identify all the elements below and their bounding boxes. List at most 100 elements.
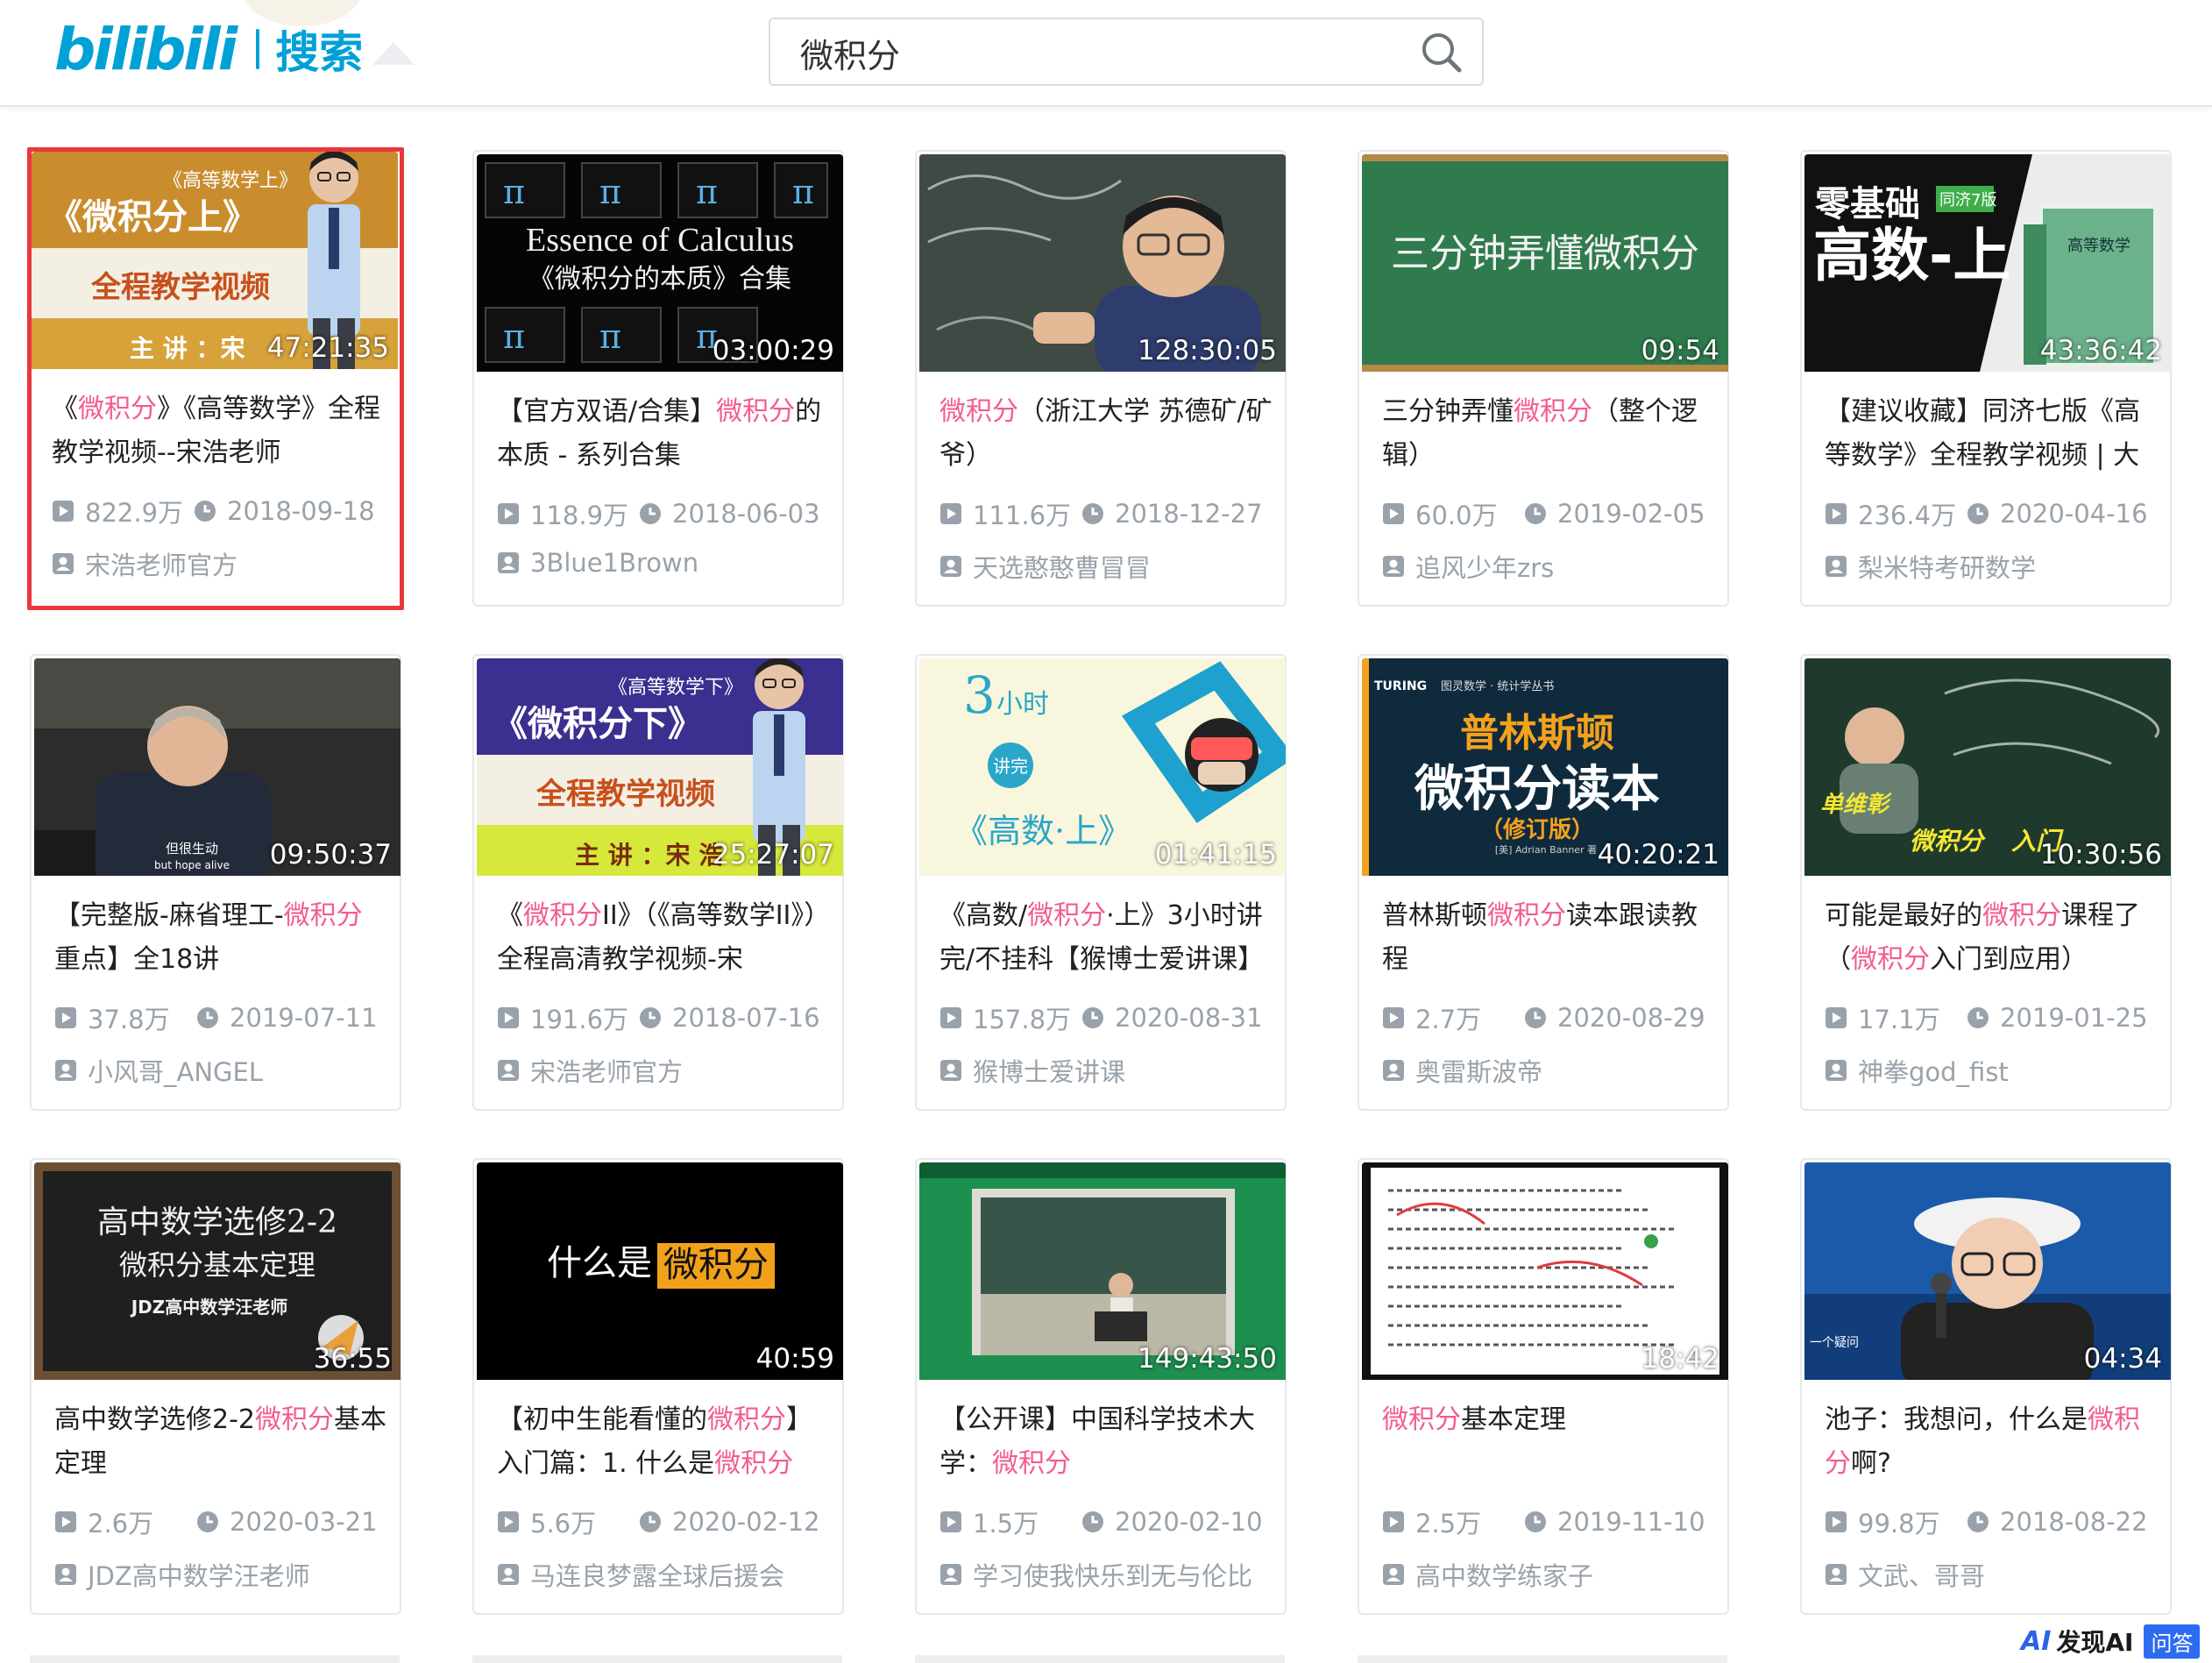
video-card[interactable]: 什么是 微积分 40:59 【初中生能看懂的微积分】入门篇：1. 什么是微积分 … xyxy=(472,1158,844,1615)
video-title[interactable]: 【建议收藏】同济七版《高等数学》全程教学视频 | 大 xyxy=(1825,390,2158,481)
keyword-highlight: 微积分 xyxy=(707,1404,786,1435)
title-text: 【公开课】中国科学技术大学： xyxy=(939,1404,1255,1479)
uploader-name[interactable]: 3Blue1Brown xyxy=(530,548,698,578)
video-thumbnail[interactable]: 149:43:50 xyxy=(919,1162,1286,1380)
uploader-name[interactable]: 文武、哥哥 xyxy=(1858,1556,1985,1593)
search-icon[interactable] xyxy=(1419,30,1464,75)
video-thumbnail[interactable]: 3 小时 讲完 《高数·上》 01:41:15 xyxy=(919,658,1286,876)
video-thumbnail[interactable]: 18:42 xyxy=(1362,1162,1728,1380)
uploader-name[interactable]: 奥雷斯波帝 xyxy=(1415,1052,1542,1089)
uploader-name[interactable]: 高中数学练家子 xyxy=(1415,1556,1593,1593)
upload-date-group: 2019-07-11 xyxy=(196,1003,378,1033)
uploader-row[interactable]: 宋浩老师官方 xyxy=(52,545,238,582)
video-thumbnail[interactable]: TURING 图灵数学 · 统计学丛书 普林斯顿 微积分读本 （修订版） [美]… xyxy=(1362,658,1728,876)
video-title[interactable]: 微积分基本定理 xyxy=(1382,1398,1715,1489)
uploader-name[interactable]: 马连良梦露全球后援会 xyxy=(530,1556,784,1593)
video-thumbnail[interactable]: 三分钟弄懂微积分 09:54 xyxy=(1362,154,1728,372)
video-card[interactable]: 三分钟弄懂微积分 09:54 三分钟弄懂微积分（整个逻辑） 60.0万 2019… xyxy=(1358,150,1729,607)
video-card[interactable]: 单维彰 微积分 入门 10:30:56 可能是最好的微积分课程了（微积分入门到应… xyxy=(1800,654,2172,1111)
watermark-qa-button[interactable]: 问答 xyxy=(2144,1624,2201,1659)
uploader-row[interactable]: 文武、哥哥 xyxy=(1825,1556,1985,1593)
upload-date-group: 2020-03-21 xyxy=(196,1507,378,1537)
clock-icon xyxy=(1082,1007,1103,1028)
uploader-name[interactable]: 学习使我快乐到无与伦比 xyxy=(973,1556,1252,1593)
uploader-row[interactable]: 马连良梦露全球后援会 xyxy=(497,1556,784,1593)
video-thumbnail[interactable]: 单维彰 微积分 入门 10:30:56 xyxy=(1804,658,2171,876)
video-card[interactable]: 149:43:50 【公开课】中国科学技术大学：微积分 1.5万 2020-02… xyxy=(915,1158,1287,1615)
svg-text:《微积分的本质》合集: 《微积分的本质》合集 xyxy=(528,264,791,295)
video-card[interactable]: 《高等数学上》 《微积分上》 全程教学视频 主 讲 ：宋 47:21:35 《微… xyxy=(27,147,404,610)
uploader-name[interactable]: 追风少年zrs xyxy=(1415,548,1554,585)
video-card[interactable]: 一个疑问 04:34 池子：我想问，什么是微积分啊? 99.8万 2018-08… xyxy=(1800,1158,2172,1615)
uploader-row[interactable]: 奥雷斯波帝 xyxy=(1382,1052,1542,1089)
top-header: bilibili 搜索 xyxy=(0,0,2212,107)
uploader-icon xyxy=(1383,556,1404,577)
uploader-row[interactable]: JDZ高中数学汪老师 xyxy=(54,1556,310,1593)
uploader-name[interactable]: JDZ高中数学汪老师 xyxy=(88,1556,310,1593)
play-count-icon xyxy=(1826,1007,1847,1028)
video-thumbnail[interactable]: 什么是 微积分 40:59 xyxy=(477,1162,843,1380)
video-title[interactable]: 【完整版-麻省理工-微积分重点】全18讲 xyxy=(54,894,387,985)
video-card[interactable]: 零基础 同济7版 高数-上 高等数学 43:36:42 【建议收藏】同济七版《高… xyxy=(1800,150,2172,607)
keyword-highlight: 微积分 xyxy=(1851,944,1930,975)
video-thumbnail[interactable]: 但很生动 but hope alive 09:50:37 xyxy=(34,658,401,876)
video-title[interactable]: 【公开课】中国科学技术大学：微积分 xyxy=(939,1398,1273,1489)
search-input[interactable] xyxy=(798,28,1398,77)
video-card[interactable]: TURING 图灵数学 · 统计学丛书 普林斯顿 微积分读本 （修订版） [美]… xyxy=(1358,654,1729,1111)
video-card[interactable]: 《高等数学下》 《微积分下》 全程教学视频 主 讲 ：宋 浩 25:27:07 … xyxy=(472,654,844,1111)
uploader-row[interactable]: 小风哥_ANGEL xyxy=(54,1052,263,1089)
uploader-name[interactable]: 神拳god_fist xyxy=(1858,1052,2009,1089)
video-thumbnail[interactable]: 《高等数学下》 《微积分下》 全程教学视频 主 讲 ：宋 浩 25:27:07 xyxy=(477,658,843,876)
clock-icon xyxy=(1082,1511,1103,1532)
video-thumbnail[interactable]: 128:30:05 xyxy=(919,154,1286,372)
uploader-row[interactable]: 3Blue1Brown xyxy=(497,548,698,578)
bilibili-logo[interactable]: bilibili 搜索 xyxy=(54,14,363,84)
video-card[interactable]: 高中数学选修2-2 微积分基本定理 JDZ高中数学汪老师 36:55 高中数学选… xyxy=(30,1158,401,1615)
video-title[interactable]: 【初中生能看懂的微积分】入门篇：1. 什么是微积分 xyxy=(497,1398,830,1489)
svg-text:《微积分下》: 《微积分下》 xyxy=(493,703,703,744)
video-title[interactable]: 《高数/微积分·上》3小时讲完/不挂科【猴博士爱讲课】 xyxy=(939,894,1273,985)
uploader-name[interactable]: 宋浩老师官方 xyxy=(85,545,238,582)
video-card[interactable]: πππππππ Essence of Calculus 《微积分的本质》合集 0… xyxy=(472,150,844,607)
uploader-name[interactable]: 小风哥_ANGEL xyxy=(88,1052,263,1089)
video-title[interactable]: 《微积分II》（《高等数学II》）全程高清教学视频-宋 xyxy=(497,894,830,985)
uploader-name[interactable]: 宋浩老师官方 xyxy=(530,1052,683,1089)
video-card[interactable]: 3 小时 讲完 《高数·上》 01:41:15 《高数/微积分·上》3小时讲完/… xyxy=(915,654,1287,1111)
uploader-row[interactable]: 学习使我快乐到无与伦比 xyxy=(939,1556,1252,1593)
uploader-row[interactable]: 追风少年zrs xyxy=(1382,548,1554,585)
uploader-row[interactable]: 猴博士爱讲课 xyxy=(939,1052,1125,1089)
svg-text:主 讲 ：宋: 主 讲 ：宋 xyxy=(130,334,245,363)
video-thumbnail[interactable]: 《高等数学上》 《微积分上》 全程教学视频 主 讲 ：宋 47:21:35 xyxy=(32,152,398,369)
video-card[interactable]: 128:30:05 微积分（浙江大学 苏德矿/矿爷） 111.6万 2018-1… xyxy=(915,150,1287,607)
video-title[interactable]: 普林斯顿微积分读本跟读教程 xyxy=(1382,894,1715,985)
uploader-row[interactable]: 梨米特考研数学 xyxy=(1825,548,2036,585)
uploader-row[interactable]: 高中数学练家子 xyxy=(1382,1556,1593,1593)
video-title[interactable]: 三分钟弄懂微积分（整个逻辑） xyxy=(1382,390,1715,481)
play-count-icon xyxy=(940,503,961,524)
uploader-name[interactable]: 猴博士爱讲课 xyxy=(973,1052,1125,1089)
video-title[interactable]: 【官方双语/合集】微积分的本质 - 系列合集 xyxy=(497,390,830,481)
video-card[interactable]: 18:42 微积分基本定理 2.5万 2019-11-10 高中数学练家子 xyxy=(1358,1158,1729,1615)
video-title[interactable]: 可能是最好的微积分课程了（微积分入门到应用） xyxy=(1825,894,2158,985)
video-title[interactable]: 池子：我想问，什么是微积分啊? xyxy=(1825,1398,2158,1489)
video-thumbnail[interactable]: πππππππ Essence of Calculus 《微积分的本质》合集 0… xyxy=(477,154,843,372)
upload-date-group: 2018-08-22 xyxy=(1967,1507,2148,1537)
video-card[interactable]: 但很生动 but hope alive 09:50:37 【完整版-麻省理工-微… xyxy=(30,654,401,1111)
clock-icon xyxy=(1525,503,1546,524)
video-thumbnail[interactable]: 零基础 同济7版 高数-上 高等数学 43:36:42 xyxy=(1804,154,2171,372)
video-stats: 99.8万 2018-08-22 xyxy=(1825,1503,2148,1540)
clock-icon xyxy=(1525,1511,1546,1532)
video-title[interactable]: 《微积分》《高等数学》全程教学视频--宋浩老师 xyxy=(52,387,385,479)
video-thumbnail[interactable]: 高中数学选修2-2 微积分基本定理 JDZ高中数学汪老师 36:55 xyxy=(34,1162,401,1380)
video-thumbnail[interactable]: 一个疑问 04:34 xyxy=(1804,1162,2171,1380)
uploader-row[interactable]: 神拳god_fist xyxy=(1825,1052,2009,1089)
uploader-row[interactable]: 宋浩老师官方 xyxy=(497,1052,683,1089)
video-duration: 43:36:42 xyxy=(2039,335,2162,366)
uploader-name[interactable]: 天选憨憨曹冒冒 xyxy=(973,548,1151,585)
video-title[interactable]: 高中数学选修2-2微积分基本定理 xyxy=(54,1398,387,1489)
uploader-row[interactable]: 天选憨憨曹冒冒 xyxy=(939,548,1151,585)
clock-icon xyxy=(640,1007,661,1028)
watermark-text: 发现AI xyxy=(2056,1628,2134,1657)
uploader-name[interactable]: 梨米特考研数学 xyxy=(1858,548,2036,585)
video-title[interactable]: 微积分（浙江大学 苏德矿/矿爷） xyxy=(939,390,1273,481)
